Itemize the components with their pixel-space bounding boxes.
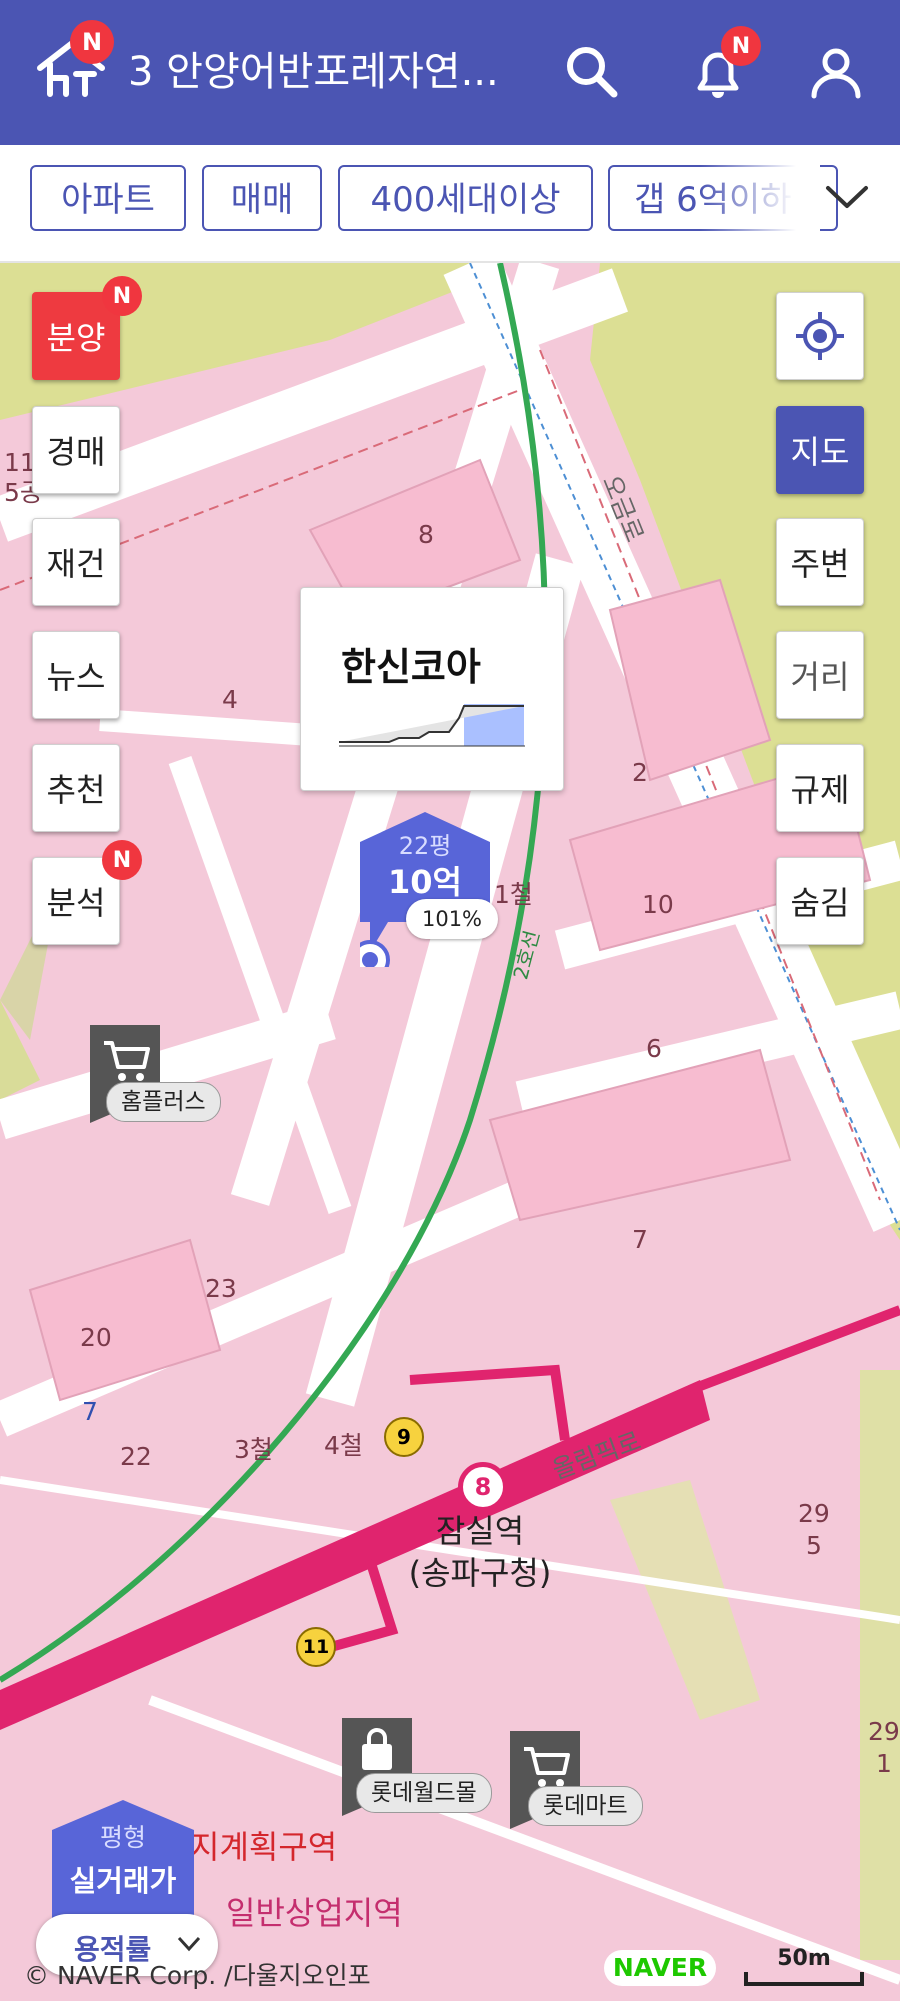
auction-button[interactable]: 경매 [32, 406, 120, 494]
filter-chip-deal[interactable]: 매매 [202, 165, 322, 231]
subway-exit-marker: 11 [296, 1627, 336, 1667]
complex-name: 한신코아 [341, 645, 481, 689]
rebuild-button[interactable]: 재건 [32, 518, 120, 606]
rail-exit-label: 3철 [234, 1435, 273, 1464]
station-name: 잠실역 [435, 1512, 525, 1550]
map-block-label: 7 [82, 1397, 98, 1426]
map-scale-bar [744, 1972, 864, 1986]
analysis-new-badge: N [102, 840, 142, 880]
map-block-label: 23 [205, 1274, 237, 1303]
notification-badge: N [721, 26, 761, 66]
map-mode-button[interactable]: 지도 [776, 406, 864, 494]
map-block-label: 22 [120, 1442, 152, 1471]
map-block-label: 2 [632, 758, 648, 787]
chevron-down-icon[interactable] [822, 182, 872, 212]
map-block-label: 8 [418, 520, 434, 549]
map-copyright: © NAVER Corp. /다울지오인포 [24, 1961, 371, 1990]
map-block-label: 29 5 [798, 1499, 830, 1560]
rail-exit-label: 4철 [324, 1431, 363, 1460]
search-icon[interactable] [562, 42, 622, 102]
map-block-label: 10 [642, 890, 674, 919]
map-block-label: 6 [646, 1034, 662, 1063]
map-block-label: 29 1 [868, 1717, 900, 1778]
map-scale-label: 50m [777, 1946, 831, 1971]
filter-chip-households[interactable]: 400세대이상 [338, 165, 593, 231]
marker-price: 10억 [388, 863, 462, 901]
poi-label[interactable]: 롯데월드몰 [356, 1773, 492, 1813]
complex-popup[interactable]: 한신코아 [300, 587, 564, 791]
recommend-button[interactable]: 추천 [32, 744, 120, 832]
rail-exit-label: 1철 [494, 880, 533, 909]
filter-fade [700, 145, 820, 261]
nearby-button[interactable]: 주변 [776, 518, 864, 606]
filter-bar: 아파트 매매 400세대이상 갭 6억이하 [0, 145, 900, 263]
hide-button[interactable]: 숨김 [776, 857, 864, 945]
presale-new-badge: N [102, 276, 142, 316]
logo-new-badge: N [70, 20, 114, 64]
map-block-label: 7 [632, 1225, 648, 1254]
marker-size: 22평 [398, 832, 452, 860]
page-title[interactable]: 3 안양어반포레자연... [128, 42, 548, 102]
map-canvas[interactable] [0, 263, 900, 2001]
poi-label[interactable]: 롯데마트 [528, 1786, 643, 1826]
naver-logo: NAVER [604, 1950, 716, 1986]
app-header: N 3 안양어반포레자연... N [0, 0, 900, 145]
legend-size-label: 평형 [99, 1823, 146, 1852]
chevron-down-icon [177, 1936, 201, 1952]
map-block-label: 20 [80, 1323, 112, 1352]
filter-chip-type[interactable]: 아파트 [30, 165, 186, 231]
location-crosshair-icon [796, 312, 844, 360]
news-button[interactable]: 뉴스 [32, 631, 120, 719]
distance-button[interactable]: 거리 [776, 631, 864, 719]
user-icon[interactable] [806, 42, 866, 102]
price-trend-sparkline [339, 704, 525, 747]
marker-percent: 101% [406, 899, 498, 939]
regulation-button[interactable]: 규제 [776, 744, 864, 832]
legend-price-label: 실거래가 [69, 1864, 177, 1898]
station-subname: (송파구청) [408, 1554, 552, 1592]
poi-label[interactable]: 홈플러스 [106, 1082, 221, 1122]
zone-label: 지계획구역 [190, 1828, 338, 1866]
locate-button[interactable] [776, 292, 864, 380]
subway-exit-marker: 9 [384, 1417, 424, 1457]
map-block-label: 4 [222, 685, 238, 714]
subway-line-8-icon: 8 [458, 1462, 508, 1512]
zone-label: 일반상업지역 [226, 1894, 403, 1932]
